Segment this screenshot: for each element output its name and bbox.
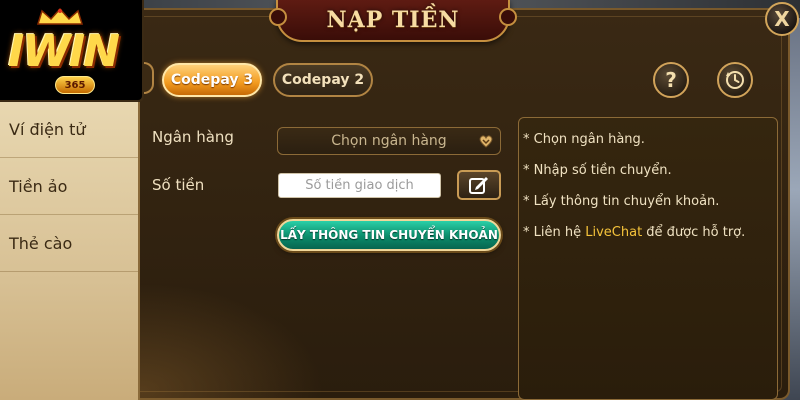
instruction-line: * Lấy thông tin chuyển khoản. <box>523 194 720 209</box>
instruction-contact-line: * Liên hệ LiveChat để được hỗ trợ. <box>523 225 745 240</box>
tab-scroll-left[interactable] <box>144 62 154 94</box>
instructions-panel: * Chọn ngân hàng. * Nhập số tiền chuyển.… <box>518 117 778 400</box>
close-button[interactable]: X <box>765 2 799 36</box>
contact-prefix: * Liên hệ <box>523 225 586 240</box>
brand-logo: IWIN 365 <box>0 0 144 102</box>
edit-amount-button[interactable] <box>457 170 501 200</box>
sidebar-item-label: Thẻ cào <box>9 234 73 253</box>
dialog-title: NẠP TIỀN <box>326 7 460 33</box>
help-button[interactable]: ? <box>653 62 689 98</box>
sidebar-item-label: Ví điện tử <box>9 120 86 139</box>
amount-label: Số tiền <box>152 176 205 194</box>
question-mark-icon: ? <box>665 68 677 92</box>
payment-method-sidebar: Ví điện tử Tiền ảo Thẻ cào <box>0 102 140 400</box>
history-button[interactable] <box>717 62 753 98</box>
sidebar-item-card[interactable]: Thẻ cào <box>0 216 138 272</box>
amount-input[interactable] <box>278 173 441 198</box>
logo-badge: 365 <box>55 76 95 94</box>
dialog-title-plate: NẠP TIỀN <box>269 0 517 42</box>
submit-label: LẤY THÔNG TIN CHUYỂN KHOẢN <box>280 228 498 242</box>
instruction-line: * Chọn ngân hàng. <box>523 132 645 147</box>
sidebar-item-label: Tiền ảo <box>9 177 68 196</box>
instruction-line: * Nhập số tiền chuyển. <box>523 163 672 178</box>
tab-label: Codepay 3 <box>170 72 254 88</box>
logo-wordmark: IWIN <box>8 26 120 77</box>
tab-codepay-3[interactable]: Codepay 3 <box>162 63 262 97</box>
contact-suffix: để được hỗ trợ. <box>642 225 746 240</box>
sidebar-item-e-wallet[interactable]: Ví điện tử <box>0 102 138 158</box>
get-transfer-info-button[interactable]: LẤY THÔNG TIN CHUYỂN KHOẢN <box>277 219 501 251</box>
livechat-link[interactable]: LiveChat <box>585 225 642 240</box>
tab-label: Codepay 2 <box>281 72 365 88</box>
heart-chevron-icon <box>479 135 493 148</box>
crown-icon <box>36 8 84 25</box>
clock-history-icon <box>726 71 744 89</box>
tab-codepay-2[interactable]: Codepay 2 <box>273 63 373 97</box>
edit-pencil-icon <box>469 177 488 194</box>
bank-label: Ngân hàng <box>152 128 234 146</box>
bank-select[interactable]: Chọn ngân hàng <box>277 127 501 155</box>
bank-select-placeholder: Chọn ngân hàng <box>331 133 447 149</box>
sidebar-item-crypto[interactable]: Tiền ảo <box>0 159 138 215</box>
close-icon: X <box>774 7 790 31</box>
